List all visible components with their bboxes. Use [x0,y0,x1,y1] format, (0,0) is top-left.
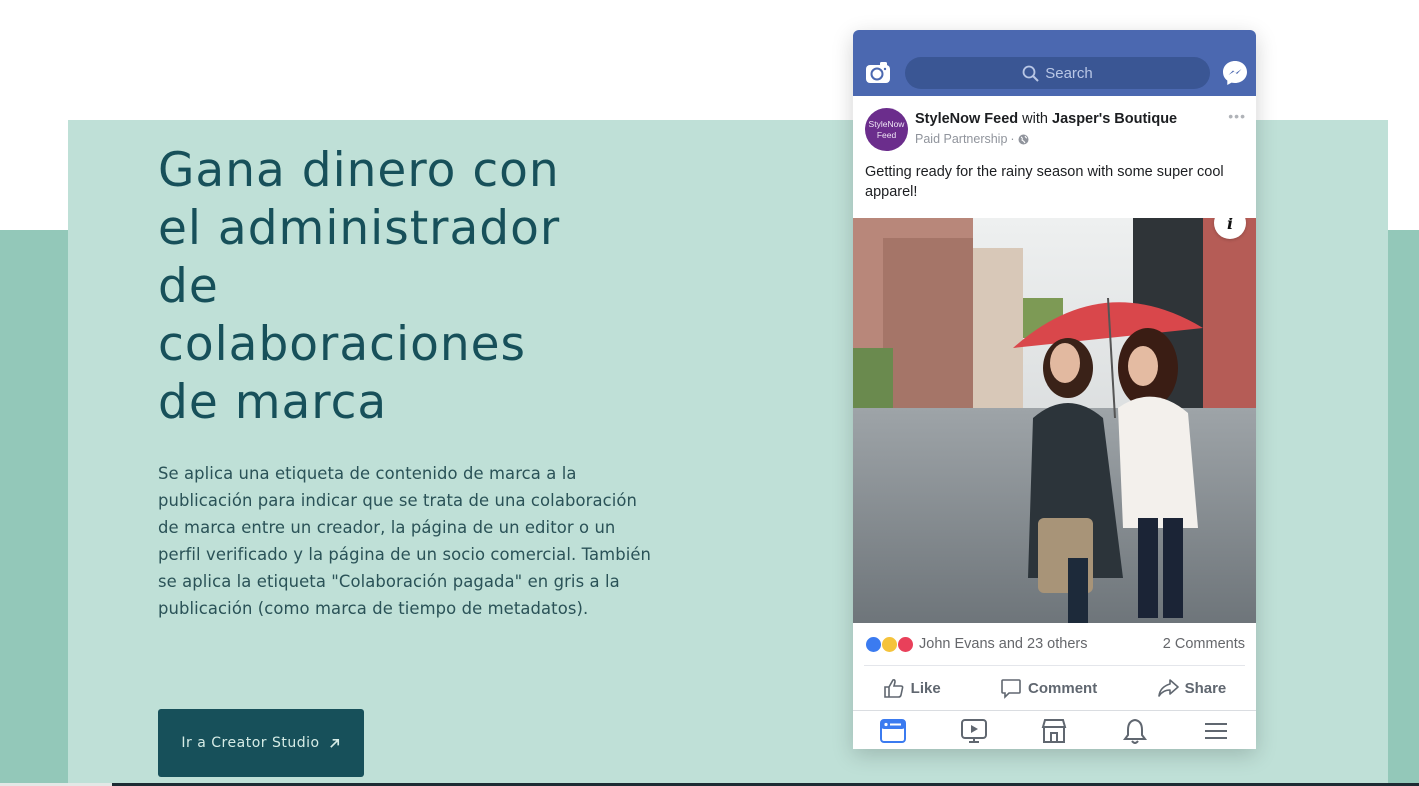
facebook-post-mockup: Search StyleNow Feed StyleNow Feed with … [853,30,1256,749]
partner-name[interactable]: Jasper's Boutique [1052,111,1177,127]
bottom-tab-bar [853,710,1256,749]
search-icon [1022,65,1039,82]
thumbs-up-icon [883,678,904,698]
street-photo [853,218,1256,623]
wow-reaction-icon [881,635,898,653]
reaction-icons[interactable] [865,635,914,653]
reactions-count[interactable]: John Evans and 23 others [919,636,1087,652]
post-header: StyleNow Feed StyleNow Feed with Jasper'… [853,96,1256,152]
search-placeholder: Search [1045,64,1093,82]
headline-line: de [158,259,219,314]
headline-line: de marca [158,375,388,430]
avatar-text: StyleNow [868,118,905,129]
avatar[interactable]: StyleNow Feed [865,108,908,151]
news-feed-icon[interactable] [879,717,907,745]
paid-partnership-label: Paid Partnership [915,132,1008,146]
like-label: Like [910,679,941,697]
share-label: Share [1184,679,1227,697]
menu-icon[interactable] [1202,717,1230,745]
comment-label: Comment [1028,679,1098,697]
comment-button[interactable]: Comment [1000,677,1097,699]
author-name[interactable]: StyleNow Feed [915,111,1018,127]
page: Gana dinero con el administrador de cola… [0,0,1419,786]
post-author-line: StyleNow Feed with Jasper's Boutique [915,111,1177,127]
share-button[interactable]: Share [1157,677,1227,699]
marketplace-icon[interactable] [1040,717,1068,745]
external-arrow-icon [329,738,339,748]
like-button[interactable]: Like [883,677,941,699]
post-subtitle: Paid Partnership · [915,132,1029,146]
page-title: Gana dinero con el administrador de cola… [158,142,628,432]
post-actions: Like Comment Share [853,666,1256,710]
camera-icon[interactable] [865,60,891,84]
share-icon [1157,679,1179,697]
notifications-bell-icon[interactable] [1121,717,1149,745]
headline-line: Gana dinero con [158,143,560,198]
messenger-icon[interactable] [1221,59,1249,87]
avatar-text: Feed [876,129,897,140]
reactions-bar: John Evans and 23 others 2 Comments [853,623,1256,665]
watch-icon[interactable] [960,717,988,745]
post-text: Getting ready for the rainy season with … [865,164,1224,200]
creator-studio-button[interactable]: Ir a Creator Studio [158,709,364,777]
facebook-header: Search [853,30,1256,96]
more-options-icon[interactable]: ••• [1228,108,1246,124]
comment-icon [1001,679,1021,699]
description: Se aplica una etiqueta de contenido de m… [158,464,652,618]
globe-icon [1018,134,1029,144]
headline-line: colaboraciones [158,317,527,372]
post-photo[interactable]: i [853,218,1256,623]
like-reaction-icon [865,635,882,653]
headline-line: el administrador [158,201,561,256]
with-word: with [1022,111,1048,127]
cta-label: Ir a Creator Studio [181,735,320,751]
separator: · [1010,132,1015,146]
love-reaction-icon [897,635,914,653]
search-input[interactable]: Search [905,57,1210,89]
comments-count[interactable]: 2 Comments [1163,636,1245,652]
